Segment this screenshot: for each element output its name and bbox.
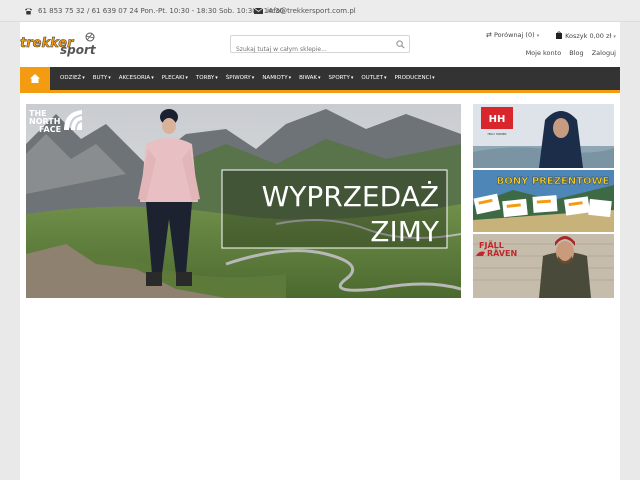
nav-label: NAMIOTY bbox=[262, 75, 288, 81]
site-logo[interactable]: trekker sport bbox=[20, 30, 112, 58]
nav-item-biwak[interactable]: BIWAK▾ bbox=[295, 67, 324, 90]
nav-label: ODZIEŻ bbox=[60, 75, 82, 81]
main-navigation: ODZIEŻ▾ BUTY▾ AKCESORIA▾ PLECAKI▾ TORBY▾… bbox=[20, 67, 620, 93]
my-account-link[interactable]: Moje konto bbox=[526, 49, 562, 57]
caret-down-icon: ▾ bbox=[383, 75, 387, 81]
login-link[interactable]: Zaloguj bbox=[592, 49, 616, 57]
page-container: trekker sport ⇄ Porównaj (0) ▾ Koszyk 0,… bbox=[20, 22, 620, 480]
fjall-text-2: RÄVEN bbox=[487, 248, 517, 258]
mail-icon bbox=[254, 8, 263, 14]
caret-down-icon: ▾ bbox=[432, 75, 435, 81]
nav-item-plecaki[interactable]: PLECAKI▾ bbox=[158, 67, 192, 90]
blog-link[interactable]: Blog bbox=[569, 49, 583, 57]
fjallraven-banner[interactable]: FJÄLL RÄVEN bbox=[473, 234, 614, 298]
home-icon bbox=[30, 74, 40, 83]
gift-vouchers-banner[interactable]: BONY PREZENTOWE bbox=[473, 170, 614, 232]
nav-label: BIWAK bbox=[299, 75, 318, 81]
hh-sub-text: HELLY HANSEN bbox=[488, 132, 507, 136]
caret-down-icon: ▾ bbox=[151, 75, 154, 81]
nav-item-spiwory[interactable]: ŚPIWORY▾ bbox=[222, 67, 259, 90]
search-box bbox=[230, 35, 410, 58]
top-info-bar: 61 853 75 32 / 61 639 07 24 Pon.-Pt. 10:… bbox=[0, 0, 640, 22]
caret-down-icon: ▾ bbox=[288, 75, 292, 81]
hero-headline-1: WYPRZEDAŻ bbox=[262, 180, 439, 213]
nav-label: PLECAKI bbox=[161, 75, 185, 81]
brand-face: FACE bbox=[39, 125, 61, 134]
compare-label: Porównaj (0) bbox=[493, 31, 535, 39]
caret-down-icon: ▾ bbox=[318, 75, 321, 81]
chevron-down-icon: ▾ bbox=[613, 34, 616, 40]
caret-down-icon: ▾ bbox=[251, 75, 255, 81]
nav-label: SPORTY bbox=[328, 75, 350, 81]
caret-down-icon: ▾ bbox=[108, 75, 111, 81]
hero-headline-2: ZIMY bbox=[370, 215, 440, 248]
logo-text-sport: sport bbox=[60, 43, 97, 57]
user-links: Moje konto Blog Zaloguj bbox=[520, 49, 616, 57]
home-button[interactable] bbox=[20, 67, 50, 90]
phone-hours-text: 61 853 75 32 / 61 639 07 24 Pon.-Pt. 10:… bbox=[38, 7, 284, 15]
hero-banner[interactable]: THE NORTH FACE WYPRZEDAŻ ZIMY bbox=[26, 104, 461, 298]
nav-item-akcesoria[interactable]: AKCESORIA▾ bbox=[115, 67, 158, 90]
nav-item-outlet[interactable]: OUTLET▾ bbox=[357, 67, 390, 90]
cart-link[interactable]: Koszyk 0,00 zł ▾ bbox=[555, 31, 616, 40]
caret-down-icon: ▾ bbox=[82, 75, 85, 81]
cart-label: Koszyk 0,00 zł bbox=[565, 32, 612, 40]
hh-logo-text: HH bbox=[489, 114, 506, 125]
nav-item-odziez[interactable]: ODZIEŻ▾ bbox=[56, 67, 89, 90]
email-link[interactable]: info@trekkersport.com.pl bbox=[267, 7, 356, 15]
nav-label: TORBY bbox=[195, 75, 215, 81]
nav-item-buty[interactable]: BUTY▾ bbox=[89, 67, 115, 90]
nav-item-producenci[interactable]: PRODUCENCI▾ bbox=[390, 67, 438, 90]
caret-down-icon: ▾ bbox=[215, 75, 218, 81]
compare-link[interactable]: ⇄ Porównaj (0) ▾ bbox=[486, 31, 539, 39]
nav-label: ŚPIWORY bbox=[225, 75, 251, 81]
cart-icon bbox=[556, 31, 562, 39]
nav-label: PRODUCENCI bbox=[394, 75, 432, 81]
caret-down-icon: ▾ bbox=[350, 75, 354, 81]
search-input[interactable] bbox=[231, 41, 391, 58]
caret-down-icon: ▾ bbox=[185, 75, 188, 81]
helly-hansen-banner[interactable]: HH HELLY HANSEN bbox=[473, 104, 614, 168]
nav-item-namioty[interactable]: NAMIOTY▾ bbox=[258, 67, 295, 90]
search-icon[interactable] bbox=[396, 40, 405, 49]
nav-label: OUTLET bbox=[361, 75, 383, 81]
nav-item-sporty[interactable]: SPORTY▾ bbox=[325, 67, 358, 90]
chevron-down-icon: ▾ bbox=[536, 33, 540, 39]
compare-arrows-icon: ⇄ bbox=[486, 31, 492, 39]
nav-item-torby[interactable]: TORBY▾ bbox=[192, 67, 222, 90]
nav-label: BUTY bbox=[92, 75, 108, 81]
vouchers-title: BONY PREZENTOWE bbox=[497, 176, 610, 187]
nav-label: AKCESORIA bbox=[118, 75, 151, 81]
phone-icon bbox=[24, 8, 33, 15]
